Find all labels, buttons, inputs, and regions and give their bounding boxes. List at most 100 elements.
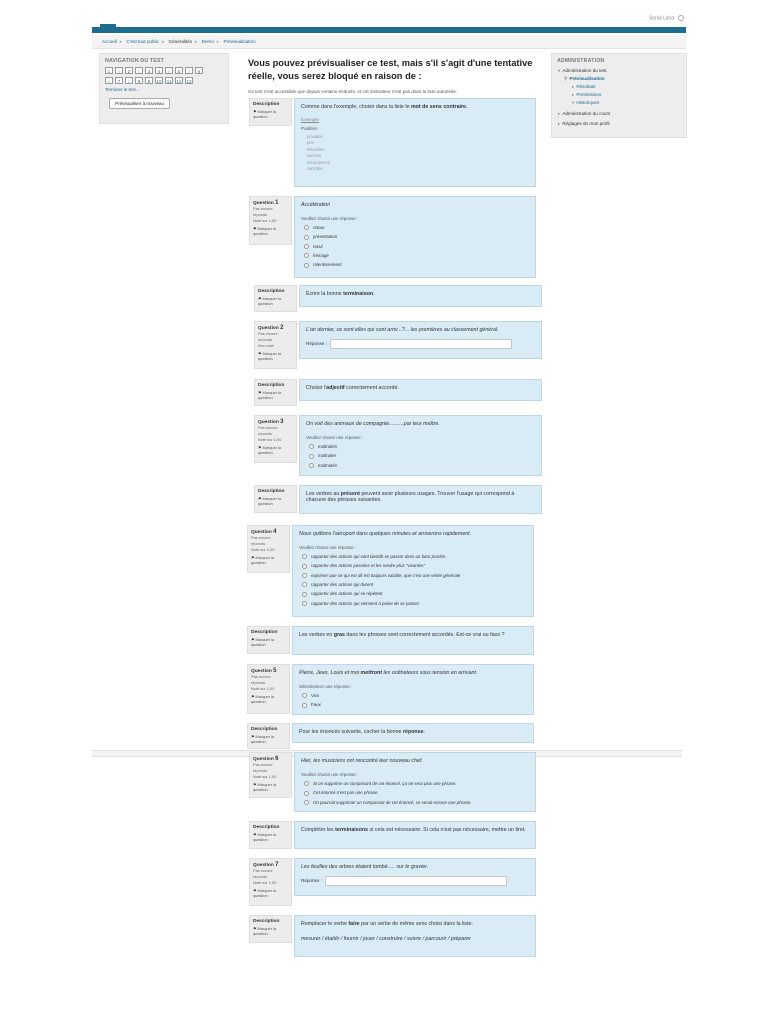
radio[interactable] bbox=[302, 591, 307, 597]
nav-button[interactable]: i bbox=[165, 67, 173, 74]
answer-option[interactable]: recul bbox=[301, 244, 529, 250]
radio[interactable] bbox=[304, 225, 309, 231]
nav-button[interactable]: 11 bbox=[165, 77, 173, 84]
nav-button[interactable]: 4 bbox=[155, 67, 163, 74]
admin-item[interactable]: ⚲ Prévisualisation bbox=[558, 75, 681, 83]
nav-button[interactable]: 7 bbox=[115, 77, 123, 84]
question-info: Question 7 Pas encore répondu Noté sur 1… bbox=[249, 858, 292, 906]
radio[interactable] bbox=[302, 554, 307, 560]
admin-item[interactable]: ▸ Administration du cours bbox=[558, 110, 681, 118]
flag-question[interactable]: ⚑Marquer la question bbox=[253, 226, 288, 236]
nav-button[interactable]: i bbox=[125, 77, 133, 84]
flag-question[interactable]: ⚑Marquer la question bbox=[253, 109, 288, 119]
flag-question[interactable]: ⚑Marquer la question bbox=[258, 496, 293, 506]
answer-option[interactable]: maltraiter bbox=[306, 453, 535, 459]
radio[interactable] bbox=[309, 444, 314, 450]
nav-button[interactable]: 12 bbox=[175, 77, 183, 84]
nav-button[interactable]: i bbox=[185, 67, 193, 74]
answer-option[interactable]: maltraités bbox=[306, 463, 535, 469]
flag-question[interactable]: ⚑Marquer la question bbox=[258, 445, 293, 455]
breadcrumb-item[interactable]: C'est tout public bbox=[126, 39, 159, 44]
nav-button[interactable]: 2 bbox=[125, 67, 133, 74]
radio[interactable] bbox=[309, 453, 314, 459]
nav-button[interactable]: 9 bbox=[145, 77, 153, 84]
radio[interactable] bbox=[304, 244, 309, 250]
answer-option[interactable]: exprimer que ce qui est dit est toujours… bbox=[299, 573, 527, 579]
admin-item[interactable]: ▸ Résultats bbox=[558, 83, 681, 91]
answer-option[interactable]: Cet énoncé n'est pas une phrase. bbox=[301, 790, 529, 796]
answer-option[interactable]: freinage bbox=[301, 253, 529, 259]
question-content: Nous quittons l'aéroport dans quelques m… bbox=[292, 525, 534, 617]
admin-item[interactable]: ▾ Historiques bbox=[558, 99, 681, 107]
answer-option[interactable]: maltraités bbox=[306, 444, 535, 450]
flag-question[interactable]: ⚑Marquer la question bbox=[258, 296, 293, 306]
finish-attempt-link[interactable]: Terminer le test... bbox=[100, 87, 228, 92]
flag-question[interactable]: ⚑Marquer la question bbox=[258, 351, 293, 361]
answer-option[interactable]: Si on supprime un composant de cet énonc… bbox=[301, 781, 529, 787]
expand-icon: ▾ bbox=[572, 100, 575, 105]
answer-input[interactable] bbox=[324, 876, 507, 886]
flag-question[interactable]: ⚑Marquer la question bbox=[251, 694, 286, 704]
answer-option[interactable]: Vrai bbox=[299, 693, 527, 699]
description-info: Description ⚑Marquer la question bbox=[249, 98, 292, 126]
flag-question[interactable]: ⚑Marquer la question bbox=[253, 832, 288, 842]
nav-button[interactable]: 6 bbox=[195, 67, 203, 74]
nav-button[interactable]: i bbox=[115, 67, 123, 74]
answer-option[interactable]: ralentissement bbox=[301, 262, 529, 268]
radio[interactable] bbox=[304, 262, 309, 268]
breadcrumb-item[interactable]: Demo bbox=[202, 39, 214, 44]
radio[interactable] bbox=[304, 253, 309, 259]
nav-button[interactable]: i bbox=[105, 77, 113, 84]
radio[interactable] bbox=[302, 693, 307, 699]
answer-option[interactable]: rapporter des actions qui durent bbox=[299, 582, 527, 588]
nav-button[interactable]: i bbox=[135, 67, 143, 74]
flag-question[interactable]: ⚑Marquer la question bbox=[253, 782, 288, 792]
breadcrumb-item[interactable]: Accueil bbox=[102, 39, 117, 44]
answer-option[interactable]: rapporter des actions qui se répètent bbox=[299, 591, 527, 597]
radio[interactable] bbox=[304, 790, 309, 796]
radio[interactable] bbox=[309, 463, 314, 469]
answer-option[interactable]: Faux bbox=[299, 702, 527, 708]
block-title: NAVIGATION DU TEST bbox=[105, 58, 165, 64]
admin-item[interactable]: ▸ Permissions bbox=[558, 91, 681, 99]
administration-block: ADMINISTRATION ▾ Administration du test ⚲… bbox=[551, 53, 687, 138]
breadcrumb-item[interactable]: Généralités bbox=[169, 39, 193, 44]
answer-option[interactable]: retour bbox=[301, 225, 529, 231]
radio[interactable] bbox=[304, 800, 309, 806]
nav-button[interactable]: 1 bbox=[105, 67, 113, 74]
flag-question[interactable]: ⚑Marquer la question bbox=[253, 926, 288, 936]
nav-button[interactable]: 13 bbox=[185, 77, 193, 84]
radio[interactable] bbox=[302, 573, 307, 579]
answer-option[interactable]: rapporter des actions qui viennent à pei… bbox=[299, 601, 527, 607]
nav-button[interactable]: 5 bbox=[175, 67, 183, 74]
flag-question[interactable]: ⚑Marquer la question bbox=[251, 734, 286, 744]
preview-again-button[interactable]: Prévisualiser à nouveau bbox=[109, 98, 171, 109]
description-info: Description ⚑Marquer la question bbox=[249, 821, 292, 849]
admin-item[interactable]: ▾ Administration du test bbox=[558, 67, 681, 75]
radio[interactable] bbox=[302, 702, 307, 708]
answer-option[interactable]: rapporter des actions passées et les ren… bbox=[299, 563, 527, 569]
answer-option[interactable]: rapporter des actions qui vont bientôt s… bbox=[299, 554, 527, 560]
answer-option[interactable]: présentation bbox=[301, 234, 529, 240]
radio[interactable] bbox=[302, 582, 307, 588]
example-link[interactable]: Exemple bbox=[301, 117, 529, 122]
breadcrumb-item[interactable]: Prévisualisation bbox=[224, 39, 256, 44]
radio[interactable] bbox=[302, 563, 307, 569]
description-info: Description ⚑Marquer la question bbox=[249, 915, 292, 943]
list-item: sanction bbox=[307, 166, 323, 172]
radio[interactable] bbox=[304, 234, 309, 240]
flag-question[interactable]: ⚑Marquer la question bbox=[251, 555, 286, 565]
flag-question[interactable]: ⚑Marquer la question bbox=[258, 390, 293, 400]
answer-input[interactable] bbox=[329, 339, 512, 349]
page-title: Vous pouvez prévisualiser ce test, mais … bbox=[248, 58, 533, 81]
radio[interactable] bbox=[304, 781, 309, 787]
flag-question[interactable]: ⚑Marquer la question bbox=[253, 888, 288, 898]
nav-button[interactable]: 8 bbox=[135, 77, 143, 84]
answer-option[interactable]: On pourrait supprimer un composant de ce… bbox=[301, 800, 529, 806]
nav-button[interactable]: 3 bbox=[145, 67, 153, 74]
flag-question[interactable]: ⚑Marquer la question bbox=[251, 637, 286, 647]
admin-item[interactable]: ▸ Réglages de mon profil bbox=[558, 120, 681, 128]
radio[interactable] bbox=[302, 601, 307, 607]
user-menu[interactable]: Sonia Lima bbox=[649, 15, 684, 21]
nav-button[interactable]: 10 bbox=[155, 77, 163, 84]
